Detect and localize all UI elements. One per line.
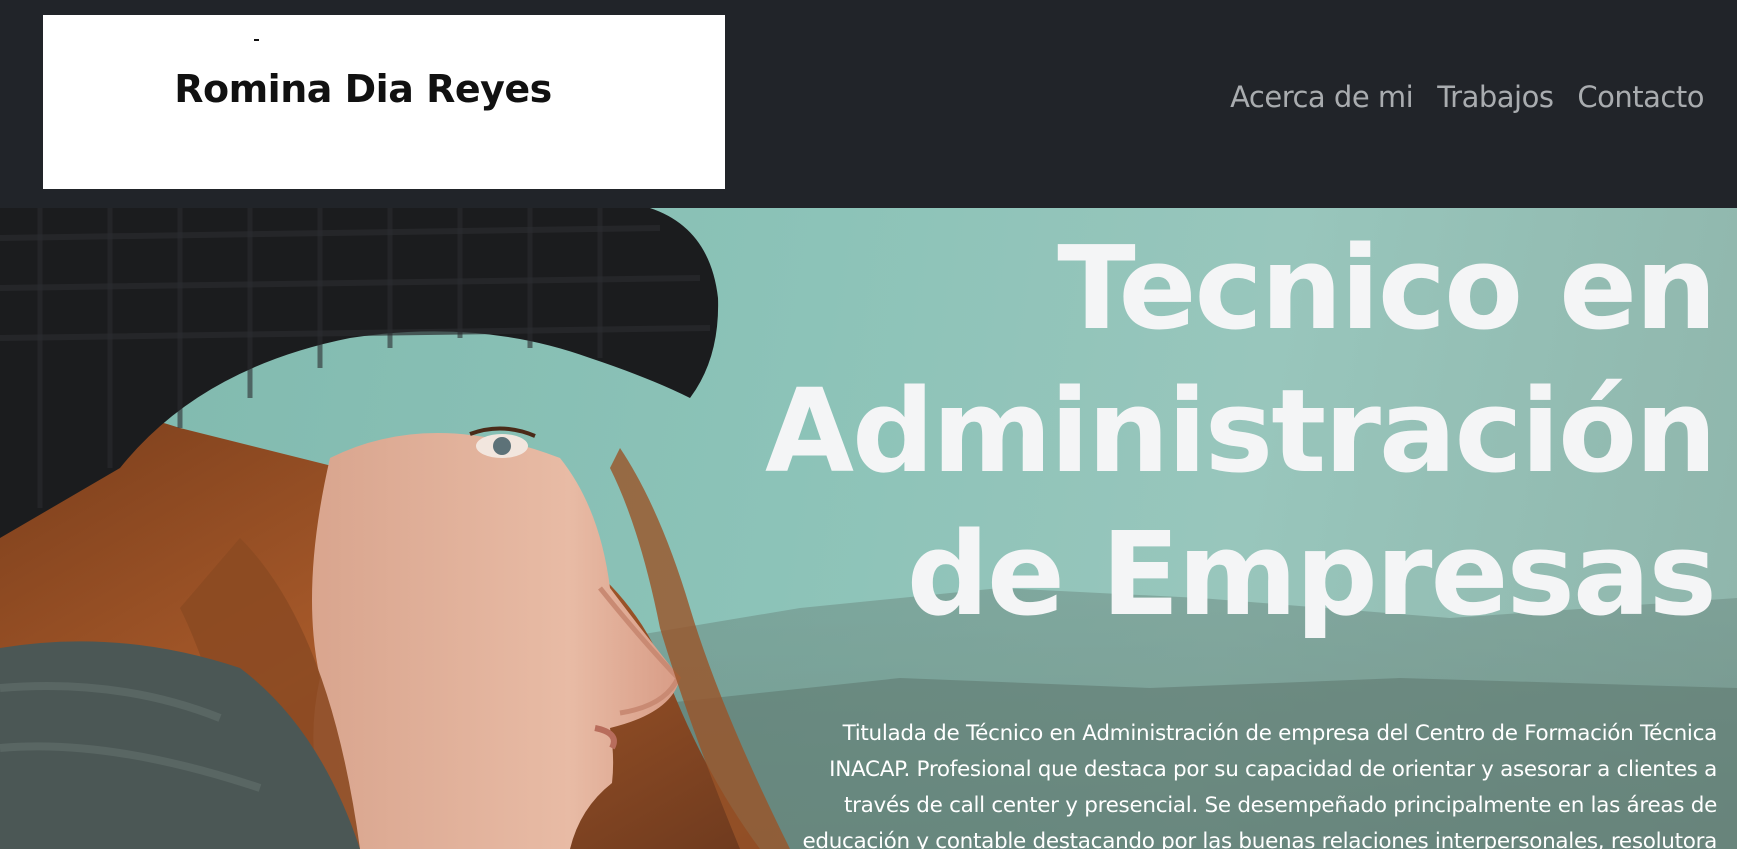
hero-title: Tecnico en Administración de Empresas [764,222,1717,642]
logo-text: Romina Dia Reyes [174,67,552,111]
logo-mark [254,39,259,41]
hero-section: Tecnico en Administración de Empresas Ti… [0,208,1737,849]
nav-link-trabajos[interactable]: Trabajos [1437,80,1554,114]
nav-link-acerca[interactable]: Acerca de mi [1230,80,1414,114]
hero-description: Titulada de Técnico en Administración de… [802,721,1717,849]
nav-link-contacto[interactable]: Contacto [1577,80,1704,114]
site-logo[interactable]: Romina Dia Reyes [43,15,725,189]
navbar: Romina Dia Reyes Acerca de mi Trabajos C… [0,0,1737,208]
main-nav: Acerca de mi Trabajos Contacto [1230,80,1704,114]
